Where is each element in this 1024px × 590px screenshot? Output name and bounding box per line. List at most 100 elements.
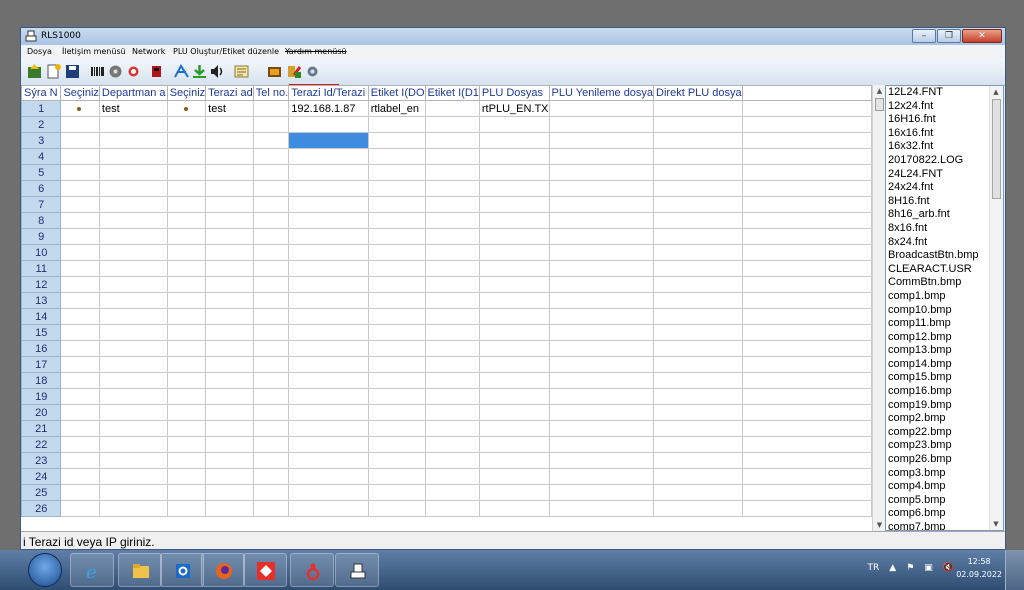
grid-cell[interactable] — [98, 308, 168, 325]
grid-cell[interactable] — [367, 340, 426, 357]
list-item[interactable]: 24L24.FNT — [888, 168, 988, 182]
table-row[interactable]: 6 — [21, 180, 872, 197]
table-row[interactable]: 9 — [21, 228, 872, 245]
list-item[interactable]: comp7.bmp — [888, 521, 988, 530]
list-item[interactable]: comp16.bmp — [888, 385, 988, 399]
grid-cell[interactable] — [166, 244, 207, 261]
grid-cell[interactable] — [478, 340, 550, 357]
table-row[interactable]: 25 — [21, 484, 872, 501]
grid-cell[interactable] — [98, 484, 168, 501]
table-row[interactable]: 13 — [21, 292, 872, 309]
grid-cell[interactable] — [424, 500, 480, 517]
grid-cell[interactable] — [653, 484, 743, 501]
grid-cell[interactable] — [98, 436, 168, 453]
grid-cell[interactable] — [166, 148, 207, 165]
col-seciniz-2[interactable]: Seçiniz — [166, 85, 207, 101]
row-number[interactable]: 21 — [21, 420, 62, 437]
grid-cell[interactable] — [548, 452, 655, 469]
grid-cell[interactable] — [478, 500, 550, 517]
grid-cell[interactable] — [548, 308, 655, 325]
file-list-scrollbar[interactable]: ▲ ▼ — [989, 86, 1003, 530]
ie-button[interactable]: e — [70, 553, 114, 587]
grid-cell[interactable] — [548, 388, 655, 405]
grid-cell[interactable] — [205, 324, 254, 341]
grid-cell[interactable] — [653, 356, 743, 373]
direct-plu-cell[interactable] — [653, 100, 743, 117]
list-item[interactable]: comp19.bmp — [888, 399, 988, 413]
grid-cell[interactable] — [548, 196, 655, 213]
grid-cell[interactable] — [653, 324, 743, 341]
grid-cell[interactable] — [424, 324, 480, 341]
row-number[interactable]: 2 — [21, 116, 62, 133]
grid-cell[interactable] — [478, 404, 550, 421]
grid-cell[interactable] — [252, 228, 290, 245]
grid-cell[interactable] — [98, 132, 168, 149]
grid-cell[interactable] — [653, 420, 743, 437]
grid-cell[interactable] — [252, 212, 290, 229]
grid-cell[interactable] — [367, 388, 426, 405]
list-item[interactable]: comp14.bmp — [888, 358, 988, 372]
table-row[interactable]: 8 — [21, 212, 872, 229]
grid-cell[interactable] — [741, 244, 872, 261]
grid-cell[interactable] — [205, 500, 254, 517]
grid-cell[interactable] — [424, 420, 480, 437]
grid-cell[interactable] — [60, 468, 100, 485]
grid-cell[interactable] — [424, 308, 480, 325]
grid-cell[interactable] — [98, 244, 168, 261]
grid-cell[interactable] — [288, 452, 369, 469]
grid-cell[interactable] — [205, 244, 254, 261]
grid-cell[interactable] — [548, 180, 655, 197]
grid-cell[interactable] — [741, 468, 872, 485]
list-item[interactable]: comp2.bmp — [888, 412, 988, 426]
grid-cell[interactable] — [367, 324, 426, 341]
grid-cell[interactable] — [166, 436, 207, 453]
grid-cell[interactable] — [205, 180, 254, 197]
grid-cell[interactable] — [98, 468, 168, 485]
list-item[interactable]: CommBtn.bmp — [888, 276, 988, 290]
list-item[interactable]: comp13.bmp — [888, 344, 988, 358]
grid-cell[interactable] — [252, 244, 290, 261]
grid-cell[interactable] — [424, 276, 480, 293]
grid-cell[interactable] — [288, 276, 369, 293]
file-list[interactable]: 12L24.FNT 12x24.fnt 16H16.fnt 16x16.fnt 16x3… — [885, 85, 1004, 531]
grid-cell[interactable] — [478, 292, 550, 309]
row-number[interactable]: 9 — [21, 228, 62, 245]
grid-cell[interactable] — [367, 292, 426, 309]
grid-cell[interactable] — [548, 468, 655, 485]
grid-cell[interactable] — [478, 420, 550, 437]
list-item[interactable]: BroadcastBtn.bmp — [888, 249, 988, 263]
grid-cell[interactable] — [478, 116, 550, 133]
plu-file-cell[interactable]: rtPLU_EN.TX — [478, 100, 550, 117]
grid-cell[interactable] — [60, 164, 100, 181]
grid-cell[interactable] — [741, 324, 872, 341]
grid-cell[interactable] — [252, 436, 290, 453]
grid-cell[interactable] — [653, 196, 743, 213]
table-row[interactable]: 4 — [21, 148, 872, 165]
flag-icon[interactable]: ⚑ — [906, 563, 914, 573]
grid-cell[interactable] — [98, 372, 168, 389]
grid-cell[interactable] — [205, 420, 254, 437]
grid-cell[interactable] — [741, 148, 872, 165]
scale-name-cell[interactable]: test — [205, 100, 254, 117]
grid-cell[interactable] — [60, 196, 100, 213]
grid-cell[interactable] — [166, 452, 207, 469]
grid-cell[interactable] — [166, 388, 207, 405]
grid-cell[interactable] — [741, 132, 872, 149]
grid-cell[interactable] — [205, 196, 254, 213]
grid-cell[interactable] — [741, 180, 872, 197]
grid-cell[interactable] — [367, 180, 426, 197]
grid-cell[interactable] — [478, 372, 550, 389]
grid-cell[interactable] — [653, 292, 743, 309]
grid-cell[interactable] — [60, 356, 100, 373]
grid-cell[interactable] — [548, 292, 655, 309]
grid-cell[interactable] — [98, 340, 168, 357]
select-dot-icon[interactable] — [183, 106, 188, 111]
grid-cell[interactable] — [166, 228, 207, 245]
list-item[interactable]: comp1.bmp — [888, 290, 988, 304]
grid-cell[interactable] — [252, 180, 290, 197]
label1-cell[interactable] — [424, 100, 480, 117]
upload-icon[interactable] — [26, 63, 43, 80]
grid-cell[interactable] — [741, 260, 872, 277]
grid-cell[interactable] — [166, 372, 207, 389]
list-item[interactable]: comp11.bmp — [888, 317, 988, 331]
